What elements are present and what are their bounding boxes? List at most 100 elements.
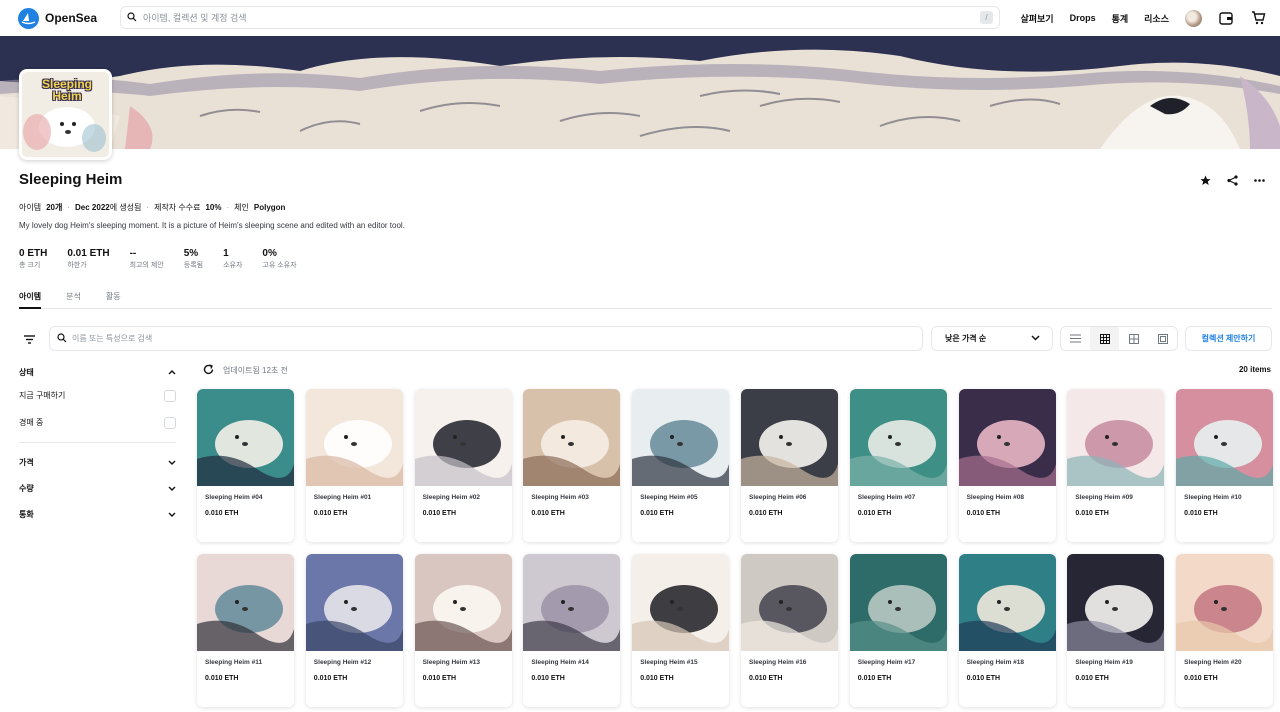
nft-card[interactable]: Sleeping Heim #14 0.010 ETH <box>523 554 621 707</box>
opensea-logo-icon <box>18 7 39 29</box>
nft-image[interactable] <box>197 389 294 486</box>
nft-card[interactable]: Sleeping Heim #13 0.010 ETH <box>414 554 512 707</box>
nft-image[interactable] <box>305 389 403 486</box>
stat-best-offer: -- 최고의 제안 <box>130 248 164 270</box>
sort-dropdown[interactable]: 낮은 가격 순 <box>931 326 1053 351</box>
more-icon[interactable] <box>1253 174 1266 187</box>
grid-view-small-button[interactable] <box>1148 327 1177 350</box>
nft-image[interactable] <box>632 389 730 486</box>
stat-value: 0 ETH <box>19 248 48 259</box>
nft-image[interactable] <box>958 554 1056 651</box>
nft-image[interactable] <box>414 389 512 486</box>
grid-view-large-button[interactable] <box>1090 327 1119 350</box>
nft-image[interactable] <box>1176 389 1274 486</box>
status-option-buy-now[interactable]: 지금 구매하기 <box>19 382 176 409</box>
nft-card[interactable]: Sleeping Heim #06 0.010 ETH <box>740 389 838 542</box>
status-option-on-auction[interactable]: 경매 중 <box>19 409 176 436</box>
nft-card[interactable]: Sleeping Heim #12 0.010 ETH <box>305 554 403 707</box>
global-search[interactable]: / <box>120 6 1000 29</box>
global-search-input[interactable] <box>143 12 980 23</box>
share-icon[interactable] <box>1226 174 1239 187</box>
items-search[interactable] <box>49 326 923 351</box>
nft-card[interactable]: Sleeping Heim #16 0.010 ETH <box>740 554 838 707</box>
nft-image[interactable] <box>523 554 621 651</box>
status-option-label: 경매 중 <box>19 418 44 427</box>
checkbox[interactable] <box>164 389 176 402</box>
collection-meta: 아이템 20개 · Dec 2022 에 생성됨 · 제작자 수수료 10% ·… <box>19 202 285 213</box>
nft-image[interactable] <box>1067 554 1165 651</box>
meta-separator: · <box>146 203 150 212</box>
nft-image[interactable] <box>740 554 838 651</box>
nft-image[interactable] <box>197 554 294 651</box>
items-count: 20 items <box>1238 365 1271 374</box>
stat-total-volume: 0 ETH 총 크기 <box>19 248 47 270</box>
nft-name: Sleeping Heim #17 <box>857 659 916 666</box>
nft-name: Sleeping Heim #09 <box>1075 494 1133 501</box>
nft-card[interactable]: Sleeping Heim #03 0.010 ETH <box>523 389 621 542</box>
tab-activity[interactable]: 활동 <box>106 291 121 309</box>
nft-card[interactable]: Sleeping Heim #18 0.010 ETH <box>958 554 1056 707</box>
quantity-filter-header[interactable]: 수량 <box>19 475 176 501</box>
nav-resources[interactable]: 리소스 <box>1144 12 1169 25</box>
nft-card[interactable]: Sleeping Heim #07 0.010 ETH <box>849 389 947 542</box>
filter-toggle-icon[interactable] <box>23 332 38 345</box>
refresh-icon[interactable] <box>203 364 214 377</box>
price-filter-header[interactable]: 가격 <box>19 449 176 475</box>
status-filter-title: 상태 <box>19 367 34 377</box>
nft-card[interactable]: Sleeping Heim #05 0.010 ETH <box>632 389 730 542</box>
nft-card[interactable]: Sleeping Heim #20 0.010 ETH <box>1176 554 1274 707</box>
logo-text: OpenSea <box>45 11 98 25</box>
nav-drops[interactable]: Drops <box>1070 13 1096 23</box>
meta-chain-label: 체인 <box>234 203 249 212</box>
tab-analytics[interactable]: 분석 <box>66 291 81 309</box>
nft-card[interactable]: Sleeping Heim #08 0.010 ETH <box>958 389 1056 542</box>
nft-image[interactable] <box>632 554 730 651</box>
section-label: 가격 <box>19 457 34 467</box>
nav-explore[interactable]: 살펴보기 <box>1020 12 1053 25</box>
nft-image[interactable] <box>849 389 947 486</box>
opensea-logo[interactable]: OpenSea <box>18 7 120 29</box>
nft-price: 0.010 ETH <box>531 510 565 517</box>
checkbox[interactable] <box>164 416 176 429</box>
nft-card[interactable]: Sleeping Heim #11 0.010 ETH <box>197 554 294 707</box>
nft-image[interactable] <box>958 389 1056 486</box>
nft-card[interactable]: Sleeping Heim #15 0.010 ETH <box>632 554 730 707</box>
stat-unique-owners: 0% 고유 소유자 <box>262 248 296 270</box>
meta-chain-value: Polygon <box>253 203 286 212</box>
stat-label: 총 크기 <box>19 262 41 269</box>
collection-tabs: 아이템 분석 활동 <box>19 291 1272 309</box>
nft-image[interactable] <box>1067 389 1165 486</box>
collection-banner <box>0 36 1280 149</box>
grid-icon <box>1099 333 1110 344</box>
nav-stats[interactable]: 통계 <box>1112 12 1129 25</box>
nft-card[interactable]: Sleeping Heim #17 0.010 ETH <box>849 554 947 707</box>
wallet-icon[interactable] <box>1218 10 1234 26</box>
nft-name: Sleeping Heim #16 <box>748 659 807 666</box>
nft-card[interactable]: Sleeping Heim #19 0.010 ETH <box>1067 554 1165 707</box>
nft-card[interactable]: Sleeping Heim #09 0.010 ETH <box>1067 389 1165 542</box>
currency-filter-header[interactable]: 통화 <box>19 501 176 527</box>
nft-image[interactable] <box>414 554 512 651</box>
nft-price: 0.010 ETH <box>1075 675 1109 682</box>
status-filter-header[interactable]: 상태 <box>19 362 176 382</box>
grid-view-medium-button[interactable] <box>1119 327 1148 350</box>
list-view-button[interactable] <box>1061 327 1090 350</box>
stat-value: 0.01 ETH <box>67 248 110 259</box>
star-icon[interactable] <box>1199 174 1212 187</box>
nft-image[interactable] <box>849 554 947 651</box>
cart-icon[interactable] <box>1250 10 1266 26</box>
nft-card[interactable]: Sleeping Heim #01 0.010 ETH <box>305 389 403 542</box>
nft-image[interactable] <box>523 389 621 486</box>
nft-price: 0.010 ETH <box>1184 675 1218 682</box>
collection-offer-button[interactable]: 컬렉션 제안하기 <box>1185 326 1272 351</box>
nft-card[interactable]: Sleeping Heim #04 0.010 ETH <box>197 389 294 542</box>
nft-card[interactable]: Sleeping Heim #10 0.010 ETH <box>1176 389 1274 542</box>
nft-image[interactable] <box>305 554 403 651</box>
nft-image[interactable] <box>1176 554 1274 651</box>
nft-card[interactable]: Sleeping Heim #02 0.010 ETH <box>414 389 512 542</box>
user-avatar[interactable] <box>1185 9 1202 27</box>
nft-image[interactable] <box>740 389 838 486</box>
nft-price: 0.010 ETH <box>857 510 892 517</box>
items-search-input[interactable] <box>72 334 915 343</box>
tab-items[interactable]: 아이템 <box>19 291 42 309</box>
